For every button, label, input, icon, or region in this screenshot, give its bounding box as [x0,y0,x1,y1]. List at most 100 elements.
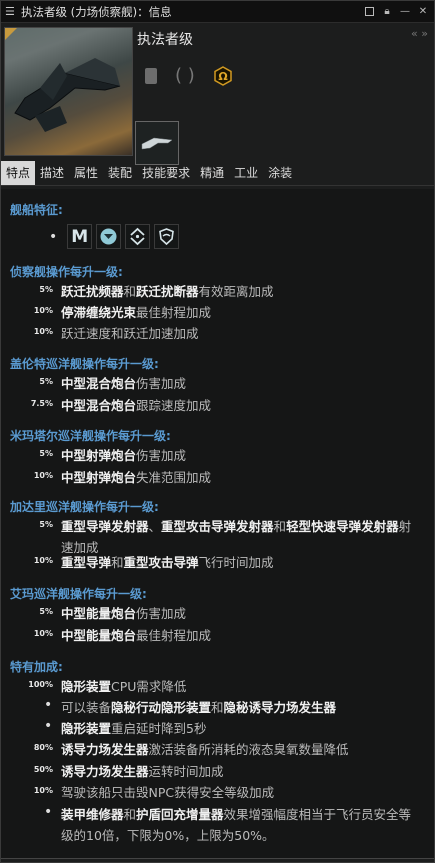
trait-row: 100% 隐形装置CPU需求降低 [1,676,434,697]
trait-text: 中型混合炮台跟踪速度加成 [61,395,211,416]
tab-skins[interactable]: 涂装 [263,161,297,185]
trait-item-link[interactable]: 隐形装置 [61,679,111,694]
trait-item-text: 和 [111,555,124,570]
minimize-icon[interactable]: — [398,5,412,19]
trait-item-link[interactable]: 诱导力场发生器 [61,764,149,779]
trait-item-text: 驾驶该船只击毁NPC获得安全等级加成 [61,785,275,800]
ship-render-image [4,27,133,156]
trait-item-link[interactable]: 中型能量炮台 [61,606,136,621]
skin-thumbnail[interactable] [135,121,179,165]
trait-section-title: 特有加成: [10,660,63,674]
trait-bonus-percent: 10% [33,306,53,315]
trait-item-link[interactable]: 诱导力场发生器 [61,742,149,757]
trait-item-link[interactable]: 中型能量炮台 [61,628,136,643]
trait-item-link[interactable]: 跃迁扰频器 [61,284,124,299]
trait-item-text: 伤害加成 [136,376,187,391]
trait-item-text: 运转时间加成 [148,764,224,779]
trait-item-link[interactable]: 中型射弹炮台 [61,448,136,463]
trait-item-link[interactable]: 隐秘诱导力场发生器 [224,700,337,715]
ship-thumbnail-icon [141,137,173,150]
trait-item-link[interactable]: 护盾回充增量器 [136,807,224,822]
trait-bonus-percent: 10% [33,471,53,480]
m-icon[interactable]: M [67,224,93,249]
trait-item-link[interactable]: 装甲维修器 [61,807,124,822]
lock-icon[interactable]: 🔒︎ [380,5,394,19]
trait-item-text: 和 [273,519,287,534]
trait-item-link[interactable]: 隐秘行动隐形装置 [111,700,211,715]
trait-item-link[interactable]: 中型混合炮台 [61,376,136,391]
trait-row: 5% 重型导弹发射器、重型攻击导弹发射器和轻型快速导弹发射器射速加成 [1,516,434,555]
trait-bonus-percent: 50% [33,765,53,774]
tab-industry[interactable]: 工业 [229,161,263,185]
trait-item-text: 、 [148,519,162,534]
menu-icon[interactable]: ☰ [5,5,17,18]
tab-bar: 特点 描述 属性 装配 技能要求 精通 工业 涂装 [1,161,434,186]
trait-item-text: 伤害加成 [136,606,187,621]
omega-icon[interactable]: Ω [213,65,233,86]
trait-bonus-percent: 10% [33,556,53,565]
trait-item-text: 和 [123,807,137,822]
trait-item-link[interactable]: 重型攻击导弹发射器 [161,519,274,534]
ship-header: 执法者级 « » ( ) Ω [1,23,434,165]
trait-row: • 可以装备隐秘行动隐形装置和隐秘诱导力场发生器 [1,697,434,718]
trait-row: 10% 重型导弹和重型攻击导弹飞行时间加成 [1,552,434,573]
trait-item-text: 跃迁速度和跃迁加速加成 [61,326,199,341]
svg-text:Ω: Ω [218,70,228,83]
trait-bonus-percent: 10% [33,327,53,336]
trait-text: 诱导力场发生器运转时间加成 [61,761,224,782]
bullet: • [44,718,53,734]
trait-item-link[interactable]: 停滞缠绕光束 [61,305,136,320]
trait-bonus-percent: 10% [33,786,53,795]
trait-text: 隐形装置重启延时降到5秒 [61,718,206,739]
trait-item-text: 飞行时间加成 [198,555,274,570]
title-bar: ☰ 执法者级 (力场侦察舰)：信息 🔒︎ — ✕ [1,1,434,23]
empty-slot-icon[interactable]: ( ) [175,65,195,86]
trait-text: 驾驶该船只击毁NPC获得安全等级加成 [61,782,274,803]
trait-text: 中型射弹炮台伤害加成 [61,445,186,466]
shield-icon[interactable] [154,224,180,249]
trait-text: 停滞缠绕光束最佳射程加成 [61,302,211,323]
trait-bonus-percent: 5% [39,285,53,294]
info-window: ☰ 执法者级 (力场侦察舰)：信息 🔒︎ — ✕ 执法者级 « » ( ) Ω [0,0,435,863]
trait-item-link[interactable]: 重型攻击导弹 [124,555,199,570]
trait-item-link[interactable]: 重型导弹发射器 [61,519,149,534]
tab-fitting[interactable]: 装配 [103,161,137,185]
close-icon[interactable]: ✕ [416,5,430,19]
trait-row: 80% 诱导力场发生器激活装备所消耗的液态臭氧数量降低 [1,739,434,760]
tech-badge-icon [5,28,17,40]
trait-section-title: 侦察舰操作每升一级: [10,265,123,279]
trait-item-link[interactable]: 中型混合炮台 [61,398,136,413]
trait-bonus-percent: 5% [39,449,53,458]
trait-item-link[interactable]: 隐形装置 [61,721,111,736]
trait-row: 5% 中型射弹炮台伤害加成 [1,445,434,466]
trait-text: 可以装备隐秘行动隐形装置和隐秘诱导力场发生器 [61,697,336,718]
tab-description[interactable]: 描述 [35,161,69,185]
target-icon[interactable] [125,224,151,249]
trait-item-link[interactable]: 中型射弹炮台 [61,470,136,485]
trait-item-link[interactable]: 轻型快速导弹发射器 [286,519,399,534]
trait-text: 中型能量炮台最佳射程加成 [61,625,211,646]
trait-item-link[interactable]: 跃迁扰断器 [136,284,199,299]
trait-item-link[interactable]: 重型导弹 [61,555,111,570]
minimize-box-icon[interactable] [362,5,376,19]
trait-row: 50% 诱导力场发生器运转时间加成 [1,761,434,782]
trait-item-text: 最佳射程加成 [136,305,212,320]
trait-row: 10% 停滞缠绕光束最佳射程加成 [1,302,434,323]
trait-section-title: 米玛塔尔巡洋舰操作每升一级: [10,429,171,443]
trait-text: 跃迁扰频器和跃迁扰断器有效距离加成 [61,281,274,302]
down-chevron-icon[interactable] [96,224,122,249]
tab-requirements[interactable]: 技能要求 [137,161,195,185]
trait-bonus-percent: 10% [33,629,53,638]
trait-row: 5% 中型能量炮台伤害加成 [1,603,434,624]
tab-mastery[interactable]: 精通 [195,161,229,185]
bullet: • [44,804,53,820]
trait-text: 隐形装置CPU需求降低 [61,676,186,697]
trait-row: • 隐形装置重启延时降到5秒 [1,718,434,739]
trait-bonus-percent: 80% [33,743,53,752]
traits-panel: 舰船特征: • M 侦察舰操作每升一级: 5% 跃迁扰频器和跃迁扰断器有效距离加成 1… [1,189,434,859]
fuel-icon[interactable] [145,67,157,84]
collapse-icon[interactable]: « » [411,27,428,40]
trait-bonus-percent: 5% [39,377,53,386]
tab-attributes[interactable]: 属性 [69,161,103,185]
tab-traits[interactable]: 特点 [1,161,36,185]
